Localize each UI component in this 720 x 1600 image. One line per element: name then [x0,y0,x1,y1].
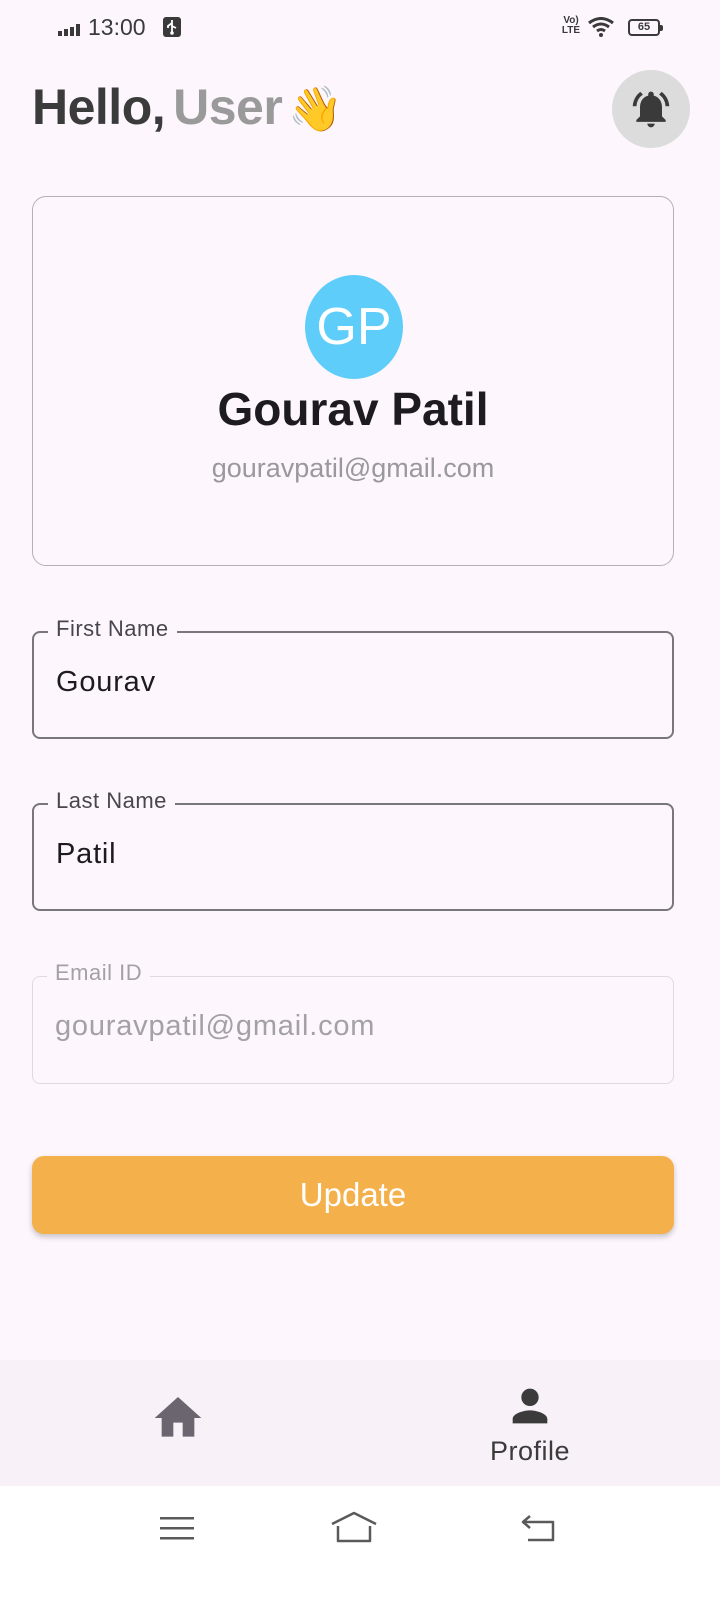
menu-icon[interactable] [160,1514,194,1544]
last-name-value: Patil [56,838,117,870]
greeting-title: Hello, User 👋 [32,78,343,136]
wave-emoji: 👋 [288,85,343,134]
system-navigation-bar [0,1486,720,1600]
usb-icon [163,17,181,37]
profile-card: GP Gourav Patil gouravpatil@gmail.com [32,196,674,566]
nav-profile-label: Profile [489,1436,571,1466]
email-field: Email ID gouravpatil@gmail.com [32,960,674,1084]
last-name-label: Last Name [48,788,175,814]
profile-email: gouravpatil@gmail.com [211,453,495,483]
signal-icon [58,24,80,36]
first-name-label: First Name [48,616,177,642]
avatar: GP [305,275,403,379]
home-outline-icon[interactable] [330,1510,378,1546]
notification-button[interactable] [612,70,690,148]
email-label: Email ID [47,960,151,986]
greeting-hello: Hello, [32,79,166,135]
last-name-field[interactable]: Last Name Patil [32,788,674,911]
email-value: gouravpatil@gmail.com [55,1010,376,1042]
profile-screen: 13:00 Vo) LTE 65 Hello, User 👋 GP Gourav Pa… [0,0,720,1600]
back-icon[interactable] [520,1512,556,1544]
first-name-value: Gourav [56,666,156,698]
first-name-field[interactable]: First Name Gourav [32,616,674,739]
wifi-icon [588,17,614,37]
update-button[interactable]: Update [32,1156,674,1234]
bottom-navigation: Profile [0,1360,720,1486]
status-bar: 13:00 Vo) LTE 65 [0,0,720,56]
nav-home[interactable] [150,1390,206,1446]
greeting-user: User [173,79,283,135]
nav-profile[interactable]: Profile [470,1380,590,1470]
bell-ringing-icon [632,91,670,128]
profile-name: Gourav Patil [217,383,489,435]
volte-icon: Vo) LTE [561,15,581,36]
person-icon [512,1388,548,1424]
home-icon [154,1397,202,1437]
status-time: 13:00 [88,14,146,40]
battery-icon: 65 [628,19,663,36]
